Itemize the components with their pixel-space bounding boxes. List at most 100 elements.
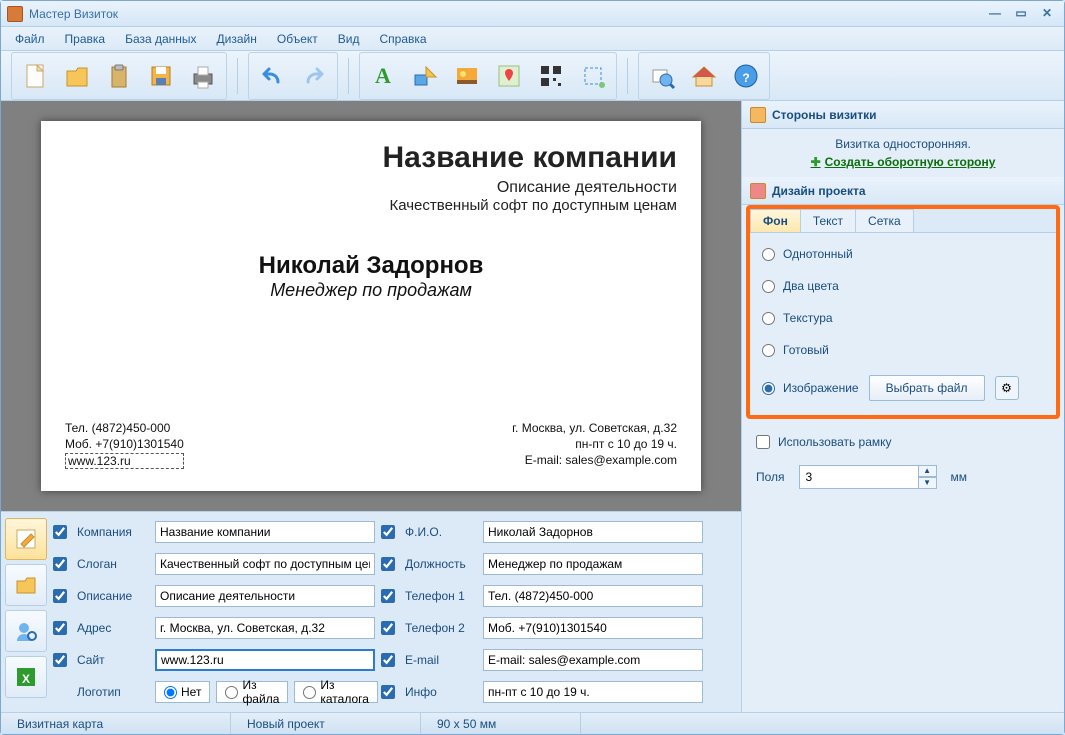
card-job[interactable]: Менеджер по продажам [65, 280, 677, 301]
create-back-link[interactable]: ✚Создать оборотную сторону [752, 155, 1054, 169]
chk-email[interactable] [381, 653, 395, 667]
spin-up[interactable]: ▲ [919, 465, 937, 477]
margins-spinner[interactable]: ▲▼ [799, 465, 937, 489]
undo-button[interactable] [251, 55, 293, 97]
logo-opt-catalog[interactable]: Из каталога [294, 681, 378, 703]
card-description[interactable]: Описание деятельности [65, 179, 677, 197]
card-site-selected[interactable]: www.123.ru [65, 453, 184, 469]
spin-down[interactable]: ▼ [919, 477, 937, 489]
margins-input[interactable] [799, 465, 919, 489]
inp-job[interactable] [483, 553, 703, 575]
sides-icon [750, 107, 766, 123]
bg-opt-solid[interactable]: Однотонный [762, 247, 1044, 261]
plus-icon: ✚ [811, 155, 821, 169]
card-address[interactable]: г. Москва, ул. Советская, д.32 [512, 421, 677, 435]
side-tab-person[interactable] [5, 610, 47, 652]
maximize-button[interactable]: ▭ [1010, 6, 1032, 22]
lbl-margins-unit: мм [951, 470, 968, 484]
gear-icon: ⚙ [1001, 381, 1012, 395]
inp-company[interactable] [155, 521, 375, 543]
tab-bg[interactable]: Фон [750, 209, 801, 232]
status-type: Визитная карта [1, 713, 231, 734]
new-button[interactable] [14, 55, 56, 97]
inp-email[interactable] [483, 649, 703, 671]
chk-tel2[interactable] [381, 621, 395, 635]
menubar: Файл Правка База данных Дизайн Объект Ви… [1, 27, 1064, 51]
chk-info[interactable] [381, 685, 395, 699]
inp-slogan[interactable] [155, 553, 375, 575]
lbl-tel1: Телефон 1 [405, 589, 477, 603]
svg-text:X: X [22, 672, 30, 686]
statusbar: Визитная карта Новый проект 90 x 50 мм [1, 712, 1064, 734]
card-company[interactable]: Название компании [65, 141, 677, 175]
home-button[interactable] [683, 55, 725, 97]
minimize-button[interactable]: ― [984, 6, 1006, 22]
menu-object[interactable]: Объект [269, 30, 326, 48]
menu-help[interactable]: Справка [371, 30, 434, 48]
side-tab-excel[interactable]: X [5, 656, 47, 698]
save-button[interactable] [140, 55, 182, 97]
chk-job[interactable] [381, 557, 395, 571]
chk-site[interactable] [53, 653, 67, 667]
lbl-addr: Адрес [77, 621, 149, 635]
card-slogan[interactable]: Качественный софт по доступным ценам [65, 197, 677, 214]
inp-info[interactable] [483, 681, 703, 703]
svg-text:?: ? [742, 71, 749, 85]
close-button[interactable]: ✕ [1036, 6, 1058, 22]
design-panel-header: Дизайн проекта [742, 177, 1064, 205]
side-tab-folder[interactable] [5, 564, 47, 606]
design-icon [750, 183, 766, 199]
add-shape-button[interactable] [404, 55, 446, 97]
add-text-button[interactable]: A [362, 55, 404, 97]
menu-view[interactable]: Вид [330, 30, 368, 48]
tab-grid[interactable]: Сетка [855, 209, 914, 232]
inp-site[interactable] [155, 649, 375, 671]
inp-tel2[interactable] [483, 617, 703, 639]
chk-tel1[interactable] [381, 589, 395, 603]
help-button[interactable]: ? [725, 55, 767, 97]
card-hours[interactable]: пн-пт с 10 до 19 ч. [512, 437, 677, 451]
inp-fio[interactable] [483, 521, 703, 543]
chk-slogan[interactable] [53, 557, 67, 571]
canvas-area[interactable]: Название компании Описание деятельности … [1, 101, 741, 511]
open-button[interactable] [56, 55, 98, 97]
lbl-tel2: Телефон 2 [405, 621, 477, 635]
chk-company[interactable] [53, 525, 67, 539]
tab-text[interactable]: Текст [800, 209, 856, 232]
bg-opt-image[interactable]: Изображение [762, 381, 859, 395]
fields-panel: X Компания Ф.И.О. Слоган Должность [1, 511, 741, 712]
chk-desc[interactable] [53, 589, 67, 603]
card-tel1[interactable]: Тел. (4872)450-000 [65, 421, 184, 435]
bg-settings-button[interactable]: ⚙ [995, 376, 1019, 400]
inp-desc[interactable] [155, 585, 375, 607]
chk-addr[interactable] [53, 621, 67, 635]
bg-opt-texture[interactable]: Текстура [762, 311, 1044, 325]
menu-db[interactable]: База данных [117, 30, 204, 48]
bg-opt-preset[interactable]: Готовый [762, 343, 1044, 357]
add-map-button[interactable] [488, 55, 530, 97]
card-tel2[interactable]: Моб. +7(910)1301540 [65, 437, 184, 451]
add-qr-button[interactable] [530, 55, 572, 97]
chk-use-frame[interactable] [756, 435, 770, 449]
menu-file[interactable]: Файл [7, 30, 53, 48]
menu-edit[interactable]: Правка [57, 30, 114, 48]
paste-button[interactable] [98, 55, 140, 97]
card-email[interactable]: E-mail: sales@example.com [512, 453, 677, 467]
chk-fio[interactable] [381, 525, 395, 539]
card-person[interactable]: Николай Задорнов [65, 252, 677, 280]
print-button[interactable] [182, 55, 224, 97]
add-image-button[interactable] [446, 55, 488, 97]
side-tab-edit[interactable] [5, 518, 47, 560]
preview-button[interactable] [641, 55, 683, 97]
logo-opt-file[interactable]: Из файла [216, 681, 288, 703]
crop-button[interactable] [572, 55, 614, 97]
bg-opt-two[interactable]: Два цвета [762, 279, 1044, 293]
choose-file-button[interactable]: Выбрать файл [869, 375, 985, 401]
inp-addr[interactable] [155, 617, 375, 639]
redo-button[interactable] [293, 55, 335, 97]
lbl-slogan: Слоган [77, 557, 149, 571]
inp-tel1[interactable] [483, 585, 703, 607]
menu-design[interactable]: Дизайн [209, 30, 265, 48]
business-card-preview[interactable]: Название компании Описание деятельности … [41, 121, 701, 491]
logo-opt-none[interactable]: Нет [155, 681, 210, 703]
